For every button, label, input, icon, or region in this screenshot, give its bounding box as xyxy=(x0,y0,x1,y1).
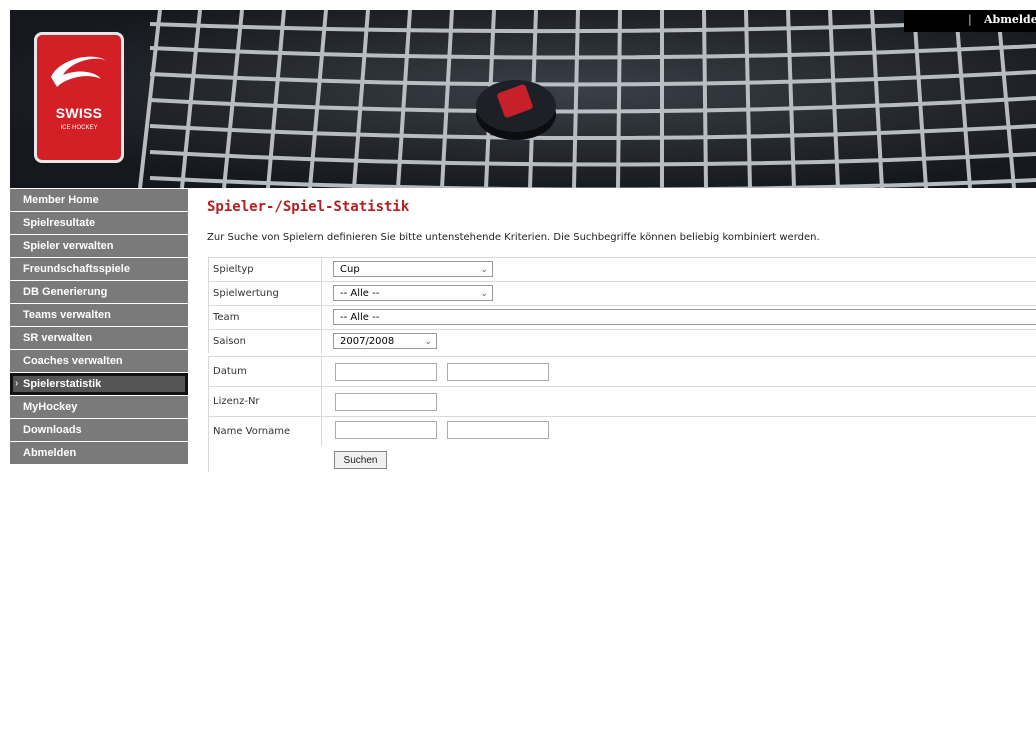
spielwertung-select[interactable]: -- Alle -- ⌄ xyxy=(333,285,493,301)
sidebar-item-spieler-verwalten[interactable]: Spieler verwalten xyxy=(10,235,188,257)
spieltyp-value: Cup xyxy=(340,264,360,275)
spielwertung-label: Spielwertung xyxy=(208,281,321,305)
lizenz-cell xyxy=(321,386,1036,416)
sidebar-item-spielresultate[interactable]: Spielresultate xyxy=(10,212,188,234)
search-button[interactable]: Suchen xyxy=(334,451,387,469)
row-saison: Saison 2007/2008 ⌄ xyxy=(208,329,1036,353)
sidebar-item-freundschaftsspiele[interactable]: Freundschaftsspiele xyxy=(10,258,188,280)
page-title: Spieler-/Spiel-Statistik xyxy=(207,199,410,215)
header-banner: | Abmelden SWISS ICE HOCKEY xyxy=(10,10,1036,188)
datum-to-input[interactable] xyxy=(447,363,549,381)
logo-text: SWISS xyxy=(55,105,103,121)
row-spielwertung: Spielwertung -- Alle -- ⌄ xyxy=(208,281,1036,305)
team-label: Team xyxy=(208,305,321,329)
sidebar-item-member-home[interactable]: Member Home xyxy=(10,189,188,211)
sidebar-item-myhockey[interactable]: MyHockey xyxy=(10,396,188,418)
sidebar-item-coaches-verwalten[interactable]: Coaches verwalten xyxy=(10,350,188,372)
intro-text: Zur Suche von Spielern definieren Sie bi… xyxy=(207,232,820,243)
sidebar-nav: Member Home Spielresultate Spieler verwa… xyxy=(10,189,188,465)
sidebar-item-teams-verwalten[interactable]: Teams verwalten xyxy=(10,304,188,326)
lizenz-input[interactable] xyxy=(335,393,437,411)
team-select[interactable]: -- Alle -- xyxy=(333,309,1036,325)
logo-swoosh-icon xyxy=(51,56,107,87)
top-separator: | xyxy=(968,13,972,26)
datum-from-input[interactable] xyxy=(335,363,437,381)
spielwertung-cell: -- Alle -- ⌄ xyxy=(321,281,1036,305)
row-name: Name Vorname xyxy=(208,416,1036,446)
chevron-down-icon: ⌄ xyxy=(424,337,432,347)
sidebar-item-spielerstatistik[interactable]: › Spielerstatistik xyxy=(10,373,188,395)
saison-value: 2007/2008 xyxy=(340,336,395,347)
vorname-input[interactable] xyxy=(447,421,549,439)
top-bar: | Abmelden xyxy=(904,10,1036,32)
swiss-ice-hockey-logo[interactable]: SWISS ICE HOCKEY xyxy=(37,35,121,160)
logo-subtext: ICE HOCKEY xyxy=(60,125,98,131)
team-value: -- Alle -- xyxy=(340,312,380,323)
saison-label: Saison xyxy=(208,329,321,353)
active-bullet-icon: › xyxy=(15,378,19,389)
datum-cell xyxy=(321,356,1036,386)
name-cell xyxy=(321,416,1036,446)
lizenz-label: Lizenz-Nr xyxy=(208,386,321,416)
spieltyp-label: Spieltyp xyxy=(208,257,321,281)
saison-select[interactable]: 2007/2008 ⌄ xyxy=(333,333,437,349)
row-datum: Datum xyxy=(208,356,1036,386)
spielwertung-value: -- Alle -- xyxy=(340,288,380,299)
sidebar-item-downloads[interactable]: Downloads xyxy=(10,419,188,441)
sidebar-item-db-generierung[interactable]: DB Generierung xyxy=(10,281,188,303)
sidebar-item-abmelden[interactable]: Abmelden xyxy=(10,442,188,464)
datum-label: Datum xyxy=(208,356,321,386)
team-cell: -- Alle -- xyxy=(321,305,1036,329)
sidebar-item-sr-verwalten[interactable]: SR verwalten xyxy=(10,327,188,349)
hockey-puck-image xyxy=(476,80,556,140)
spieltyp-cell: Cup ⌄ xyxy=(321,257,1036,281)
chevron-down-icon: ⌄ xyxy=(480,265,488,275)
spieltyp-select[interactable]: Cup ⌄ xyxy=(333,261,493,277)
row-team: Team -- Alle -- xyxy=(208,305,1036,329)
top-logout-link[interactable]: Abmelden xyxy=(984,10,1036,30)
row-spieltyp: Spieltyp Cup ⌄ xyxy=(208,257,1036,281)
chevron-down-icon: ⌄ xyxy=(480,289,488,299)
name-input[interactable] xyxy=(335,421,437,439)
main-content: Spieler-/Spiel-Statistik Zur Suche von S… xyxy=(207,196,1036,243)
name-label: Name Vorname xyxy=(208,416,321,446)
submit-row-border xyxy=(208,446,209,472)
saison-cell: 2007/2008 ⌄ xyxy=(321,329,1036,353)
row-lizenz: Lizenz-Nr xyxy=(208,386,1036,416)
sidebar-item-label: Spielerstatistik xyxy=(23,378,102,390)
